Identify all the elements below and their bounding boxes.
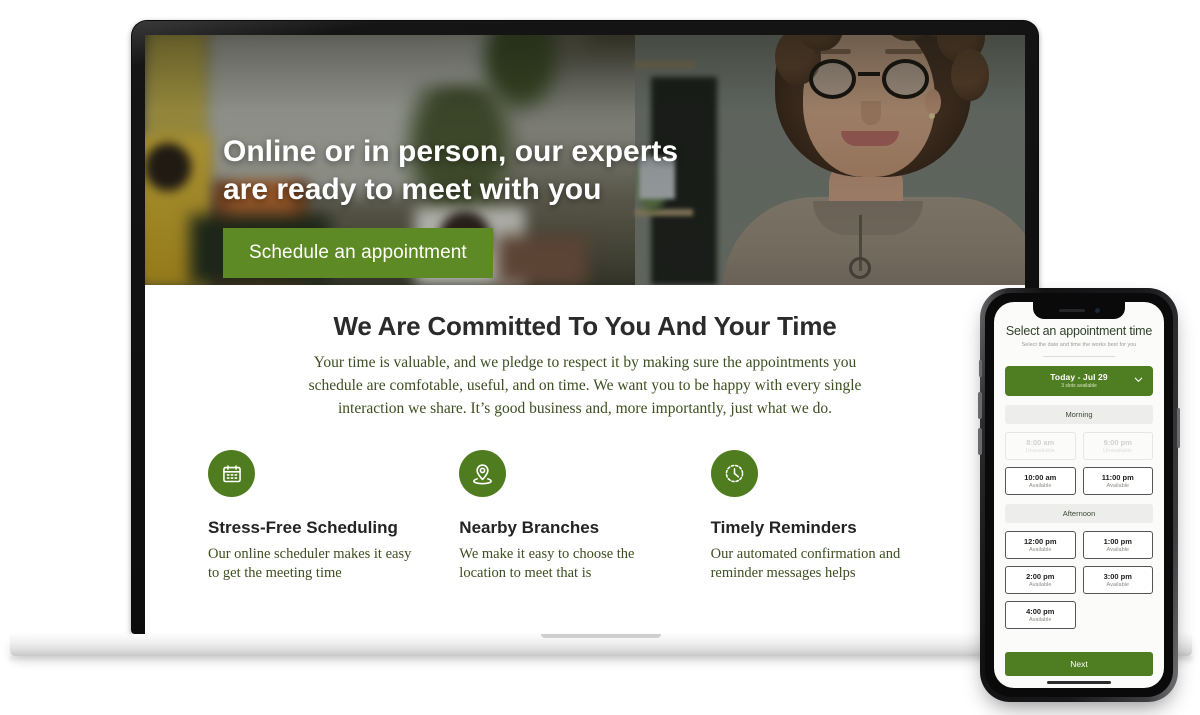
- time-slot-status: Available: [1028, 547, 1052, 553]
- time-slot-time: 1:00 pm: [1103, 537, 1132, 546]
- screenshot-root: Bank Home Pages: [0, 0, 1200, 715]
- hero-section: Bank Home Pages: [145, 35, 1025, 285]
- commitment-body: Your time is valuable, and we pledge to …: [308, 354, 862, 417]
- feature-stress-free-scheduling: Stress-Free Scheduling Our online schedu…: [208, 450, 459, 583]
- clock-icon: [710, 450, 758, 498]
- feature-title: Nearby Branches: [459, 518, 600, 538]
- appointment-picker-footer: Next: [1005, 652, 1153, 676]
- time-slot-time: 3:00 pm: [1103, 572, 1132, 581]
- commitment-section: We Are Committed To You And Your Time Yo…: [145, 285, 1025, 420]
- phone-speaker: [1058, 309, 1085, 312]
- appointment-picker-title: Select an appointment time: [1005, 324, 1153, 338]
- phone-camera: [1094, 308, 1100, 313]
- hero-title-line-1: Online or in person, our experts: [223, 135, 679, 168]
- date-selector[interactable]: Today - Jul 29 3 slots available: [1005, 366, 1153, 396]
- time-slot[interactable]: 12:00 pm Available: [1005, 531, 1076, 559]
- time-slot-status: Available: [1028, 483, 1052, 489]
- date-selector-label: Today - Jul 29: [1050, 372, 1108, 382]
- time-slot-time: 11:00 pm: [1101, 473, 1134, 482]
- phone-notch: [1033, 302, 1125, 319]
- time-slot: 9:00 pm Unavailable: [1082, 432, 1153, 460]
- phone-silence-switch[interactable]: [978, 360, 982, 377]
- time-slot-time: 8:00 am: [1026, 438, 1055, 447]
- time-slot-status: Unavailable: [1103, 448, 1133, 454]
- hero-title-line-2: are ready to meet with you: [223, 173, 602, 207]
- phone-home-indicator: [1047, 681, 1111, 684]
- time-slot[interactable]: 4:00 pm Available: [1005, 601, 1076, 629]
- phone-power-button[interactable]: [1176, 408, 1180, 448]
- time-slot-status: Available: [1106, 483, 1130, 489]
- chevron-down-icon: [1133, 372, 1144, 390]
- date-selector-sublabel: 3 slots available: [1061, 383, 1097, 389]
- laptop-mockup: Bank Home Pages: [131, 20, 1039, 634]
- features-section: Stress-Free Scheduling Our online schedu…: [145, 420, 1025, 583]
- time-slot-time: 12:00 pm: [1023, 537, 1057, 546]
- feature-body: Our online scheduler makes it easy to ge…: [208, 546, 412, 582]
- phone-volume-up-button[interactable]: [978, 392, 982, 419]
- appointment-picker-subtitle: Select the date and time the works best …: [1021, 342, 1137, 348]
- time-slot: 8:00 am Unavailable: [1005, 432, 1076, 460]
- time-slot-status: Unavailable: [1025, 448, 1055, 454]
- feature-body: Our automated confirmation and reminder …: [710, 546, 901, 582]
- location-pin-icon: [459, 450, 507, 498]
- divider: [1043, 356, 1115, 357]
- time-slot[interactable]: 1:00 pm Available: [1082, 531, 1153, 559]
- feature-nearby-branches: Nearby Branches We make it easy to choos…: [459, 450, 710, 583]
- feature-title: Stress-Free Scheduling: [208, 518, 398, 538]
- feature-timely-reminders: Timely Reminders Our automated confirmat…: [710, 450, 962, 583]
- calendar-icon: [208, 450, 255, 498]
- time-slot-status: Available: [1106, 547, 1130, 553]
- section-heading-afternoon: Afternoon: [1005, 504, 1153, 523]
- time-slot-status: Available: [1028, 617, 1052, 623]
- time-slot[interactable]: 2:00 pm Available: [1005, 566, 1076, 594]
- time-slot-status: Available: [1106, 582, 1130, 588]
- time-slot[interactable]: 10:00 am Available: [1005, 467, 1076, 495]
- laptop-screen: Bank Home Pages: [145, 35, 1025, 634]
- hero-content: Online or in person, our experts are rea…: [223, 133, 843, 279]
- next-button[interactable]: Next: [1005, 652, 1153, 676]
- feature-title: Timely Reminders: [710, 518, 857, 538]
- section-heading-morning: Morning: [1005, 405, 1153, 424]
- phone-volume-down-button[interactable]: [978, 428, 982, 455]
- time-slot-time: 4:00 pm: [1026, 607, 1055, 616]
- time-slot-grid-morning: 8:00 am Unavailable 9:00 pm Unavailable …: [1005, 432, 1153, 495]
- appointment-picker: Select an appointment time Select the da…: [994, 302, 1164, 629]
- hero-title: Online or in person, our experts are rea…: [223, 133, 843, 209]
- feature-body: We make it easy to choose the location t…: [459, 546, 635, 582]
- time-slot-grid-afternoon: 12:00 pm Available 1:00 pm Available 2:0…: [1005, 531, 1153, 629]
- phone-mockup: Select an appointment time Select the da…: [978, 288, 1180, 702]
- time-slot[interactable]: 3:00 pm Available: [1082, 566, 1153, 594]
- time-slot[interactable]: 11:00 pm Available: [1082, 467, 1153, 495]
- time-slot-time: 2:00 pm: [1026, 572, 1055, 581]
- time-slot-time: 10:00 am: [1024, 473, 1057, 482]
- schedule-appointment-button[interactable]: Schedule an appointment: [223, 228, 493, 279]
- time-slot-time: 9:00 pm: [1103, 438, 1132, 447]
- phone-screen: Select an appointment time Select the da…: [994, 302, 1164, 688]
- time-slot-status: Available: [1028, 582, 1052, 588]
- phone-inner-bezel: Select an appointment time Select the da…: [985, 293, 1173, 697]
- commitment-heading: We Are Committed To You And Your Time: [333, 311, 837, 341]
